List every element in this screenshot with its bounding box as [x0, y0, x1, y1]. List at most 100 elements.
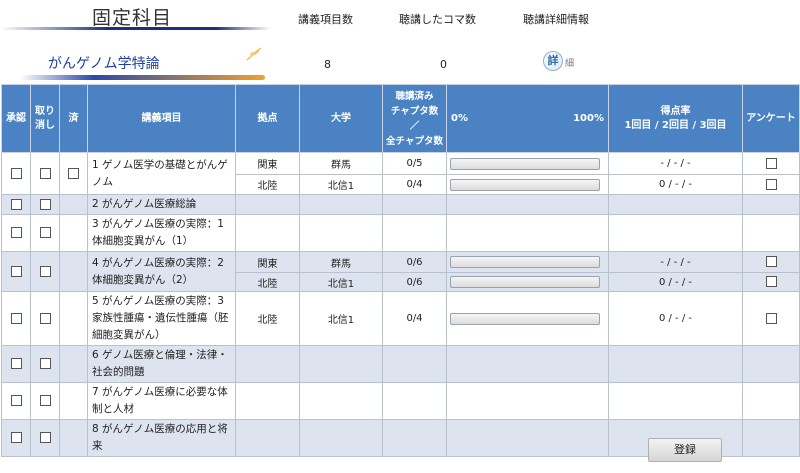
survey-checkbox[interactable]: [765, 256, 777, 268]
cancel-checkbox[interactable]: [39, 395, 51, 407]
header-approve: 承認: [1, 84, 31, 153]
score-cell: 0 / - / -: [608, 291, 743, 346]
chapters-cell: 0/4: [382, 291, 447, 346]
leaf-icon: [246, 47, 262, 61]
score-cell: - / - / -: [608, 152, 743, 175]
detail-button[interactable]: 詳 細: [543, 51, 583, 71]
course-underline: [20, 75, 265, 80]
header-score-line1: 得点率: [660, 105, 691, 117]
item-count-label: 講義項目数: [298, 13, 353, 26]
detail-info-label: 聴講詳細情報: [523, 13, 589, 26]
magnifier-icon: 詳: [543, 51, 563, 71]
detail-button-label: 細: [565, 59, 575, 69]
approve-checkbox[interactable]: [10, 265, 22, 277]
score-cell: [608, 345, 743, 383]
cancel-checkbox[interactable]: [39, 198, 51, 210]
progress-cell: [446, 382, 609, 420]
approve-checkbox[interactable]: [10, 227, 22, 239]
table-row: 2 がんゲノム医療総論: [1, 194, 800, 215]
survey-checkbox[interactable]: [765, 312, 777, 324]
site-cell: 北陸: [235, 272, 300, 292]
attended-count-label: 聴講したコマ数: [399, 13, 476, 26]
site-cell: [235, 345, 300, 383]
table-row: 7 がんゲノム医療に必要な体制と人材: [1, 382, 800, 420]
survey-cell: [742, 194, 800, 215]
header-done: 済: [59, 84, 88, 153]
chapters-cell: [382, 382, 447, 420]
score-cell: [608, 194, 743, 215]
cancel-checkbox[interactable]: [39, 358, 51, 370]
header-item: 講義項目: [87, 84, 236, 153]
progress-bar: [450, 178, 600, 191]
chapters-cell: [382, 345, 447, 383]
cancel-checkbox[interactable]: [39, 432, 51, 444]
header-chapters: 聴講済み チャプタ数 ／ 全チャプタ数: [382, 84, 447, 153]
cancel-checkbox[interactable]: [39, 312, 51, 324]
table-body: 1 ゲノム医学の基礎とがんゲノム 関東 群馬 0/5- / - / - 北陸 北信1 0/4…: [1, 152, 800, 457]
university-cell: [299, 382, 383, 420]
university-cell: [299, 214, 383, 252]
header-chapters-line3: ／: [409, 120, 420, 132]
survey-cell: [742, 214, 800, 252]
cancel-checkbox[interactable]: [39, 167, 51, 179]
attended-count-value: 0: [440, 58, 447, 71]
progress-bar: [450, 157, 600, 170]
table-header-row: 承認 取り消し 済 講義項目 拠点 大学 聴講済み チャプタ数 ／ 全チャプタ数…: [1, 84, 800, 153]
lecture-item-label: 8 がんゲノム医療の応用と将来: [87, 419, 236, 457]
header-score-line2: 1回目 / 2回目 / 3回目: [624, 119, 727, 131]
university-cell: [299, 194, 383, 215]
score-cell: - / - / -: [608, 251, 743, 273]
lecture-item-label: 5 がんゲノム医療の実際：3 家族性腫瘍・遺伝性腫瘍（胚細胞変異がん）: [87, 291, 236, 346]
progress-bar: [450, 276, 600, 288]
item-count-value: 8: [324, 58, 331, 71]
cancel-checkbox[interactable]: [39, 227, 51, 239]
header-university: 大学: [299, 84, 383, 153]
header-site: 拠点: [235, 84, 300, 153]
progress-cell: [446, 419, 609, 457]
register-button[interactable]: 登録: [648, 438, 722, 462]
university-cell: 北信1: [299, 291, 383, 346]
chapters-cell: [382, 419, 447, 457]
header-chapters-line2: チャプタ数: [390, 105, 439, 117]
course-table: 承認 取り消し 済 講義項目 拠点 大学 聴講済み チャプタ数 ／ 全チャプタ数…: [1, 84, 800, 457]
approve-checkbox[interactable]: [10, 198, 22, 210]
course-name: がんゲノム学特論: [48, 56, 160, 72]
university-cell: 北信1: [299, 174, 383, 195]
table-row: 3 がんゲノム医療の実際：1 体細胞変異がん（1）: [1, 214, 800, 252]
page-title: 固定科目: [92, 7, 173, 29]
university-cell: 群馬: [299, 251, 383, 273]
site-cell: 関東: [235, 152, 300, 175]
chapters-cell: 0/6: [382, 272, 447, 292]
site-cell: [235, 419, 300, 457]
progress-cell: [446, 345, 609, 383]
score-cell: 0 / - / -: [608, 272, 743, 292]
site-cell: [235, 382, 300, 420]
header-survey: アンケート: [742, 84, 800, 153]
approve-checkbox[interactable]: [10, 358, 22, 370]
survey-cell: [742, 419, 800, 457]
cancel-checkbox[interactable]: [39, 265, 51, 277]
university-cell: [299, 419, 383, 457]
header-chapters-line4: 全チャプタ数: [386, 135, 443, 147]
approve-checkbox[interactable]: [10, 312, 22, 324]
approve-checkbox[interactable]: [10, 167, 22, 179]
survey-cell: [742, 382, 800, 420]
site-cell: [235, 214, 300, 252]
university-cell: [299, 345, 383, 383]
approve-checkbox[interactable]: [10, 432, 22, 444]
progress-bar: [450, 256, 600, 268]
survey-checkbox[interactable]: [765, 276, 777, 288]
survey-checkbox[interactable]: [765, 178, 777, 190]
survey-checkbox[interactable]: [765, 157, 777, 169]
done-checkbox[interactable]: [68, 167, 79, 179]
header-score: 得点率 1回目 / 2回目 / 3回目: [608, 84, 743, 153]
approve-checkbox[interactable]: [10, 395, 22, 407]
lecture-item-label: 6 ゲノム医療と倫理・法律・社会的問題: [87, 345, 236, 383]
chapters-cell: 0/5: [382, 152, 447, 175]
lecture-item-label: 7 がんゲノム医療に必要な体制と人材: [87, 382, 236, 420]
site-cell: 北陸: [235, 174, 300, 195]
table-row: 6 ゲノム医療と倫理・法律・社会的問題: [1, 345, 800, 383]
university-cell: 群馬: [299, 152, 383, 175]
site-cell: 北陸: [235, 291, 300, 346]
lecture-item-label: 3 がんゲノム医療の実際：1 体細胞変異がん（1）: [87, 214, 236, 252]
